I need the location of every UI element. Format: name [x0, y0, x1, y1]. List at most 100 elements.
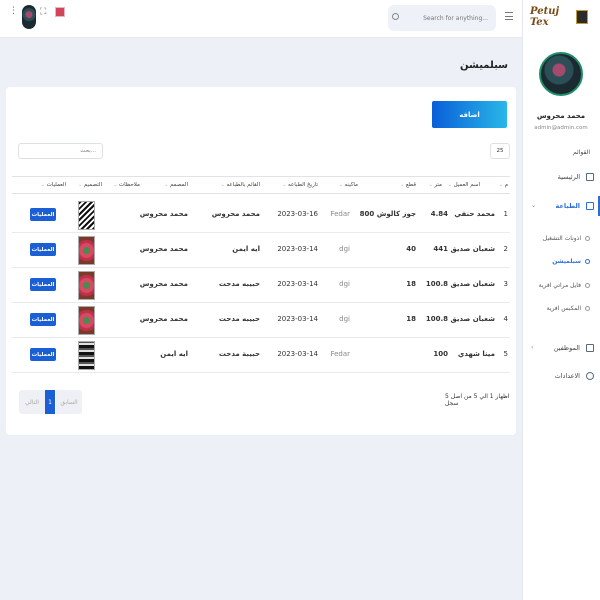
cell-date: 2023-03-14 [277, 245, 318, 253]
pagination-prev[interactable]: السابق [56, 390, 82, 414]
sidebar-item-printing[interactable]: الطباعة [556, 199, 594, 213]
chevron-down-icon[interactable]: ⌄ [531, 202, 536, 209]
column-header-operations[interactable]: العمليات [41, 182, 66, 188]
cell-client: محمد حنفي [454, 210, 495, 218]
cell-designer: محمد محروس [139, 280, 188, 288]
sidebar-subitem-label: اذونات التشغيل [542, 235, 581, 242]
design-thumbnail[interactable] [78, 306, 95, 335]
design-thumbnail[interactable] [78, 271, 95, 300]
table-row: 5 مينا شهدي 100 Fedar 2023-03-14 حبيبة م… [12, 338, 510, 373]
cell-client: شعبان صديق [450, 245, 495, 253]
table-header: م اسم العميل متر قطع ماكينه تاريخ الطباع… [12, 176, 510, 194]
cell-pieces: 40 [406, 245, 416, 253]
sidebar-subitem-label: سبلميشن [552, 258, 581, 265]
column-header-designer[interactable]: المصمم [164, 182, 188, 188]
cell-machine: dgi [339, 245, 350, 253]
user-name: محمد محروس [536, 112, 586, 120]
content-card: اضافه 25 م اسم العميل متر قطع ماكينه تار… [6, 87, 516, 435]
fullscreen-icon[interactable]: ⛶ [40, 7, 46, 17]
cell-machine: dgi [339, 280, 350, 288]
dashboard-icon [586, 173, 594, 181]
table-row: 1 محمد حنفي 4.84 800 جوز كالوش Fedar 202… [12, 198, 510, 233]
page-length-select[interactable]: 25 [490, 143, 510, 159]
cell-client: شعبان صديق [450, 315, 495, 323]
pagination-page[interactable]: 1 [45, 390, 55, 414]
cell-date: 2023-03-14 [277, 280, 318, 288]
sidebar: Petuj Tex محمد محروس admin@admin.com الق… [522, 0, 600, 600]
user-email: admin@admin.com [534, 125, 588, 131]
cell-meters: 4.84 [430, 210, 448, 218]
column-header-client[interactable]: اسم العميل [448, 182, 480, 188]
table-info: اظهار 1 الي 5 من اصل 5 سجل [445, 393, 510, 407]
column-header-notes[interactable]: ملاحظات [113, 182, 140, 188]
sidebar-subitem-sublimation[interactable]: سبلميشن [552, 258, 590, 265]
add-button[interactable]: اضافه [432, 101, 507, 128]
operations-button[interactable]: العمليات [30, 348, 56, 361]
column-header-no[interactable]: م [499, 182, 508, 188]
cell-machine: dgi [339, 315, 350, 323]
operations-button[interactable]: العمليات [30, 278, 56, 291]
brand-logo[interactable]: Petuj Tex [530, 6, 588, 28]
cell-designer: محمد محروس [139, 315, 188, 323]
search-input[interactable] [402, 11, 488, 25]
sidebar-subitem-mirror-file[interactable]: فايل مراتي افرية [539, 282, 590, 289]
table-search-input[interactable] [18, 143, 103, 159]
menu-dots-icon[interactable]: ⋮ [9, 6, 18, 16]
cell-pieces: 800 جوز كالوش [359, 210, 416, 218]
operations-button[interactable]: العمليات [30, 208, 56, 221]
operations-button[interactable]: العمليات [30, 313, 56, 326]
column-header-printer[interactable]: القائم بالطباعه [221, 182, 260, 188]
search-icon [392, 13, 399, 20]
sidebar-item-settings[interactable]: الاعدادات [555, 369, 594, 383]
cell-no: 1 [503, 210, 508, 218]
column-header-pieces[interactable]: قطع [400, 182, 416, 188]
cell-printer: حبيبة مدحت [218, 350, 260, 358]
cell-date: 2023-03-14 [277, 315, 318, 323]
chevron-left-icon[interactable]: ‹ [531, 344, 533, 351]
sidebar-subitem-label: المكبس افرية [546, 305, 581, 312]
language-flag-icon[interactable] [55, 7, 65, 17]
cell-pieces: 18 [406, 315, 416, 323]
users-icon [586, 344, 594, 352]
cell-machine: Fedar [330, 210, 350, 218]
cell-client: شعبان صديق [450, 280, 495, 288]
cell-meters: 100.8 [425, 315, 448, 323]
cell-date: 2023-03-14 [277, 350, 318, 358]
cell-no: 5 [503, 350, 508, 358]
sidebar-subitem-label: فايل مراتي افرية [538, 282, 581, 289]
logo-text: Petuj Tex [530, 6, 560, 28]
avatar[interactable] [539, 52, 583, 96]
cell-no: 3 [503, 280, 508, 288]
cell-machine: Fedar [330, 350, 350, 358]
sidebar-subitem-press[interactable]: المكبس افرية [547, 305, 590, 312]
topbar-avatar[interactable] [22, 5, 36, 29]
cell-printer: ايه ايمن [232, 245, 260, 253]
sidebar-section-title: القوائم [573, 149, 590, 156]
sidebar-item-employees[interactable]: الموظفين [554, 341, 594, 355]
table-row: 2 شعبان صديق 441 40 dgi 2023-03-14 ايه ا… [12, 233, 510, 268]
operations-button[interactable]: العمليات [30, 243, 56, 256]
column-header-meters[interactable]: متر [429, 182, 442, 188]
sidebar-subitem-work-orders[interactable]: اذونات التشغيل [543, 235, 590, 242]
column-header-print-date[interactable]: تاريخ الطباعه [282, 182, 318, 188]
printer-icon [586, 202, 594, 210]
cell-no: 2 [503, 245, 508, 253]
logo-mark-icon [575, 10, 588, 24]
page-title: سبلميشن [460, 60, 508, 71]
topbar-search[interactable] [388, 5, 496, 31]
design-thumbnail[interactable] [78, 236, 95, 265]
design-thumbnail[interactable] [78, 341, 95, 370]
sidebar-item-home[interactable]: الرئيسية [558, 170, 594, 184]
table-row: 4 شعبان صديق 100.8 18 dgi 2023-03-14 حبي… [12, 303, 510, 338]
column-header-machine[interactable]: ماكينه [339, 182, 358, 188]
cell-printer: حبيبه مدحت [218, 280, 260, 288]
cell-printer: حبيبه مدحت [218, 315, 260, 323]
table-row: 3 شعبان صديق 100.8 18 dgi 2023-03-14 حبي… [12, 268, 510, 303]
column-header-design[interactable]: التصميم [78, 182, 102, 188]
cell-designer: محمد محروس [139, 245, 188, 253]
pagination-next[interactable]: التالي [19, 390, 45, 414]
cell-meters: 100.8 [425, 280, 448, 288]
design-thumbnail[interactable] [78, 201, 95, 230]
cell-designer: ايه ايمن [160, 350, 188, 358]
hamburger-menu-icon[interactable] [505, 12, 513, 20]
